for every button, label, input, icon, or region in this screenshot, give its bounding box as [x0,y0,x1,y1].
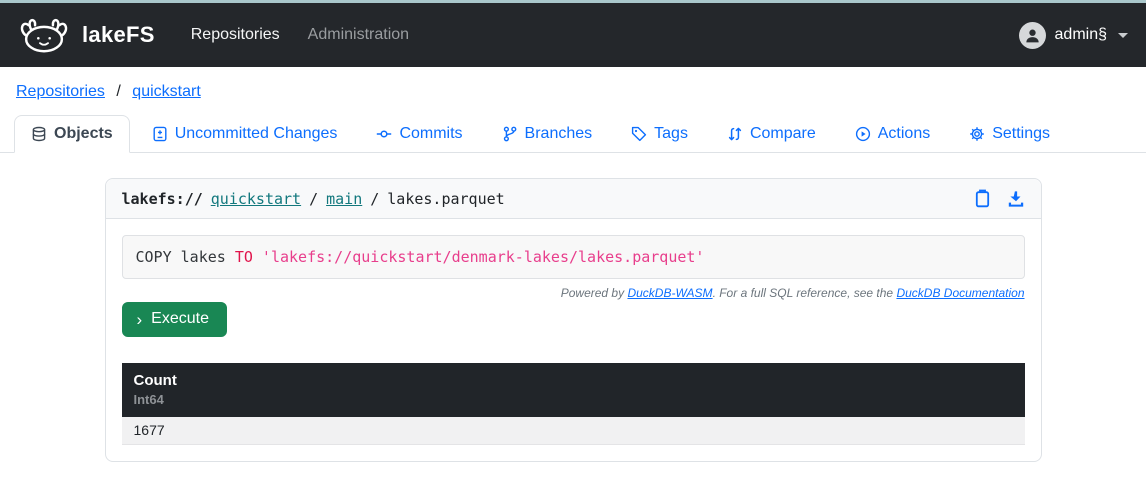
tab-label: Settings [992,125,1050,143]
database-icon [31,126,47,142]
tab-label: Branches [525,125,593,143]
tab-uncommitted-changes[interactable]: Uncommitted Changes [135,115,355,153]
query-results-table: Count Int64 1677 [122,363,1025,445]
path-separator: / [309,190,318,208]
user-menu-dropdown[interactable]: admin§ [1019,22,1128,49]
axolotl-logo-icon [18,15,70,55]
powered-by-note: Powered by DuckDB-WASM. For a full SQL r… [122,286,1025,300]
tab-settings[interactable]: Settings [952,115,1067,153]
tab-content-area: lakefs:// quickstart / main / lakes.parq… [0,153,1146,462]
path-filename: lakes.parquet [387,190,504,208]
table-row: 1677 [122,417,1025,445]
powered-by-prefix: Powered by [561,286,628,300]
sql-string: 'lakefs://quickstart/denmark-lakes/lakes… [253,248,705,266]
chevron-down-icon [1118,33,1128,38]
tab-objects[interactable]: Objects [14,115,130,153]
repository-tabs: Objects Uncommitted Changes Commits Bran… [0,115,1146,153]
user-name: admin§ [1055,26,1107,44]
tab-label: Compare [750,125,816,143]
user-avatar [1019,22,1046,49]
execute-label: Execute [151,310,209,328]
duckdb-wasm-link[interactable]: DuckDB-WASM [627,286,712,300]
path-repo-link[interactable]: quickstart [211,190,301,208]
breadcrumb: Repositories / quickstart [0,67,1146,115]
column-type: Int64 [134,392,1013,407]
sql-text: COPY lakes [136,248,235,266]
sql-keyword: TO [235,248,253,266]
tab-label: Objects [54,125,113,143]
path-branch-link[interactable]: main [326,190,362,208]
breadcrumb-quickstart[interactable]: quickstart [132,83,200,100]
tab-label: Uncommitted Changes [175,125,338,143]
column-header-count: Count Int64 [122,363,1025,417]
nav-item-repositories[interactable]: Repositories [191,26,280,44]
nav-item-administration[interactable]: Administration [308,26,409,44]
file-diff-icon [152,126,168,142]
object-path-bar: lakefs:// quickstart / main / lakes.parq… [106,179,1041,219]
tab-actions[interactable]: Actions [838,115,947,153]
chevron-right-icon: › [137,311,143,328]
count-value-cell: 1677 [122,417,1025,445]
tab-tags[interactable]: Tags [614,115,705,153]
path-scheme: lakefs:// [122,190,203,208]
object-path: lakefs:// quickstart / main / lakes.parq… [122,190,505,208]
tag-icon [631,126,647,142]
download-icon [1007,190,1025,208]
commit-icon [376,126,392,142]
download-button[interactable] [1007,190,1025,208]
compare-icon [727,126,743,142]
branch-icon [502,126,518,142]
duckdb-docs-link[interactable]: DuckDB Documentation [896,286,1024,300]
play-circle-icon [855,126,871,142]
sql-editor[interactable]: COPY lakes TO 'lakefs://quickstart/denma… [122,235,1025,279]
object-actions [974,189,1025,208]
execute-button[interactable]: › Execute [122,302,227,337]
breadcrumb-separator: / [116,83,120,100]
copy-button[interactable] [974,189,991,208]
path-separator: / [370,190,379,208]
tab-compare[interactable]: Compare [710,115,833,153]
person-icon [1024,27,1041,44]
tab-branches[interactable]: Branches [485,115,610,153]
breadcrumb-repositories[interactable]: Repositories [16,83,105,100]
object-viewer-body: COPY lakes TO 'lakefs://quickstart/denma… [106,219,1041,461]
gear-icon [969,126,985,142]
powered-by-middle: . For a full SQL reference, see the [713,286,897,300]
navbar-links: Repositories Administration [191,26,409,44]
brand-name: lakeFS [82,22,155,48]
lakefs-brand[interactable]: lakeFS [18,15,155,55]
tab-label: Commits [399,125,462,143]
tab-label: Tags [654,125,688,143]
clipboard-copy-icon [974,189,991,208]
column-name: Count [134,372,1013,389]
top-navbar: lakeFS Repositories Administration admin… [0,3,1146,67]
results-header-row: Count Int64 [122,363,1025,417]
object-viewer-card: lakefs:// quickstart / main / lakes.parq… [105,178,1042,462]
tab-commits[interactable]: Commits [359,115,479,153]
tab-label: Actions [878,125,930,143]
